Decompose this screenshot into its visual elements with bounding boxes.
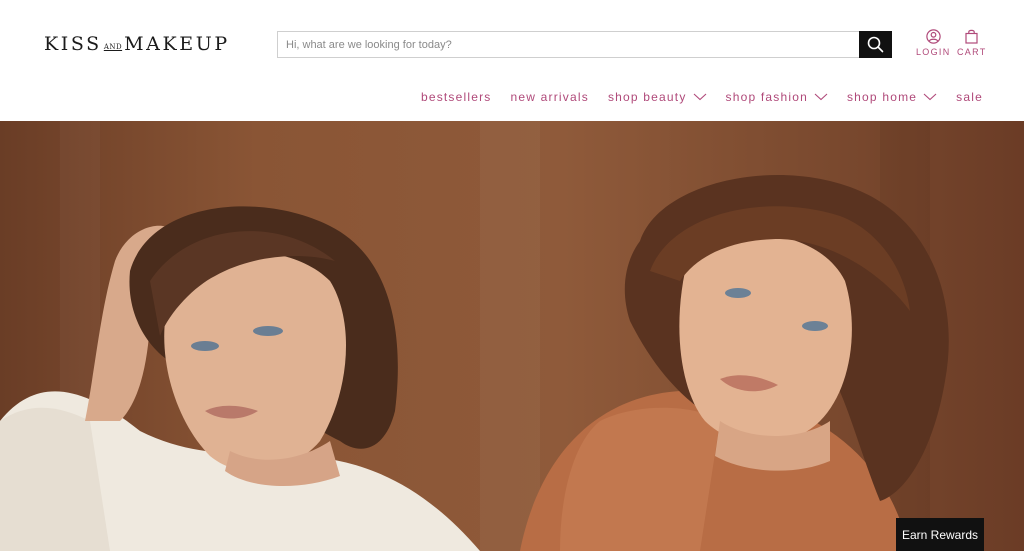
search-icon <box>867 36 884 53</box>
login-link[interactable]: LOGIN <box>916 29 951 57</box>
earn-rewards-label: Earn Rewards <box>901 527 979 542</box>
hero-banner[interactable] <box>0 121 1024 551</box>
nav-item-shop-fashion[interactable]: shop fashion <box>726 90 828 104</box>
shopping-bag-icon <box>965 29 978 44</box>
nav-item-shop-beauty[interactable]: shop beauty <box>608 90 707 104</box>
user-icon <box>926 29 941 44</box>
logo-text-and: AND <box>103 42 123 51</box>
login-label: LOGIN <box>916 47 951 57</box>
hero-image <box>0 121 949 551</box>
earn-rewards-button[interactable]: Earn Rewards <box>896 518 984 551</box>
nav-item-label: bestsellers <box>420 90 492 104</box>
chevron-down-icon <box>693 93 706 101</box>
search-input[interactable] <box>277 31 859 58</box>
search-bar <box>277 31 892 58</box>
cart-link[interactable]: CART <box>957 29 987 57</box>
logo-text-kiss: KISS <box>44 33 102 55</box>
nav-item-shop-home[interactable]: shop home <box>847 90 937 104</box>
nav-item-label: shop fashion <box>725 90 808 104</box>
search-button[interactable] <box>859 31 892 58</box>
site-header: KISS AND MAKEUP LOGIN CART bestsellers <box>0 0 1024 121</box>
nav-item-label: shop home <box>846 90 918 104</box>
nav-item-new-arrivals[interactable]: new arrivals <box>511 90 589 104</box>
nav-item-label: sale <box>956 90 983 104</box>
nav-item-bestsellers[interactable]: bestsellers <box>421 90 492 104</box>
cart-label: CART <box>957 47 987 57</box>
nav-item-label: new arrivals <box>510 90 589 104</box>
nav-item-label: shop beauty <box>607 90 687 104</box>
brand-logo[interactable]: KISS AND MAKEUP <box>44 33 230 55</box>
chevron-down-icon <box>814 93 828 101</box>
chevron-down-icon <box>923 93 937 101</box>
nav-item-sale[interactable]: sale <box>956 90 983 104</box>
logo-text-makeup: MAKEUP <box>124 33 230 55</box>
main-nav: bestsellers new arrivals shop beauty sho… <box>421 90 983 104</box>
